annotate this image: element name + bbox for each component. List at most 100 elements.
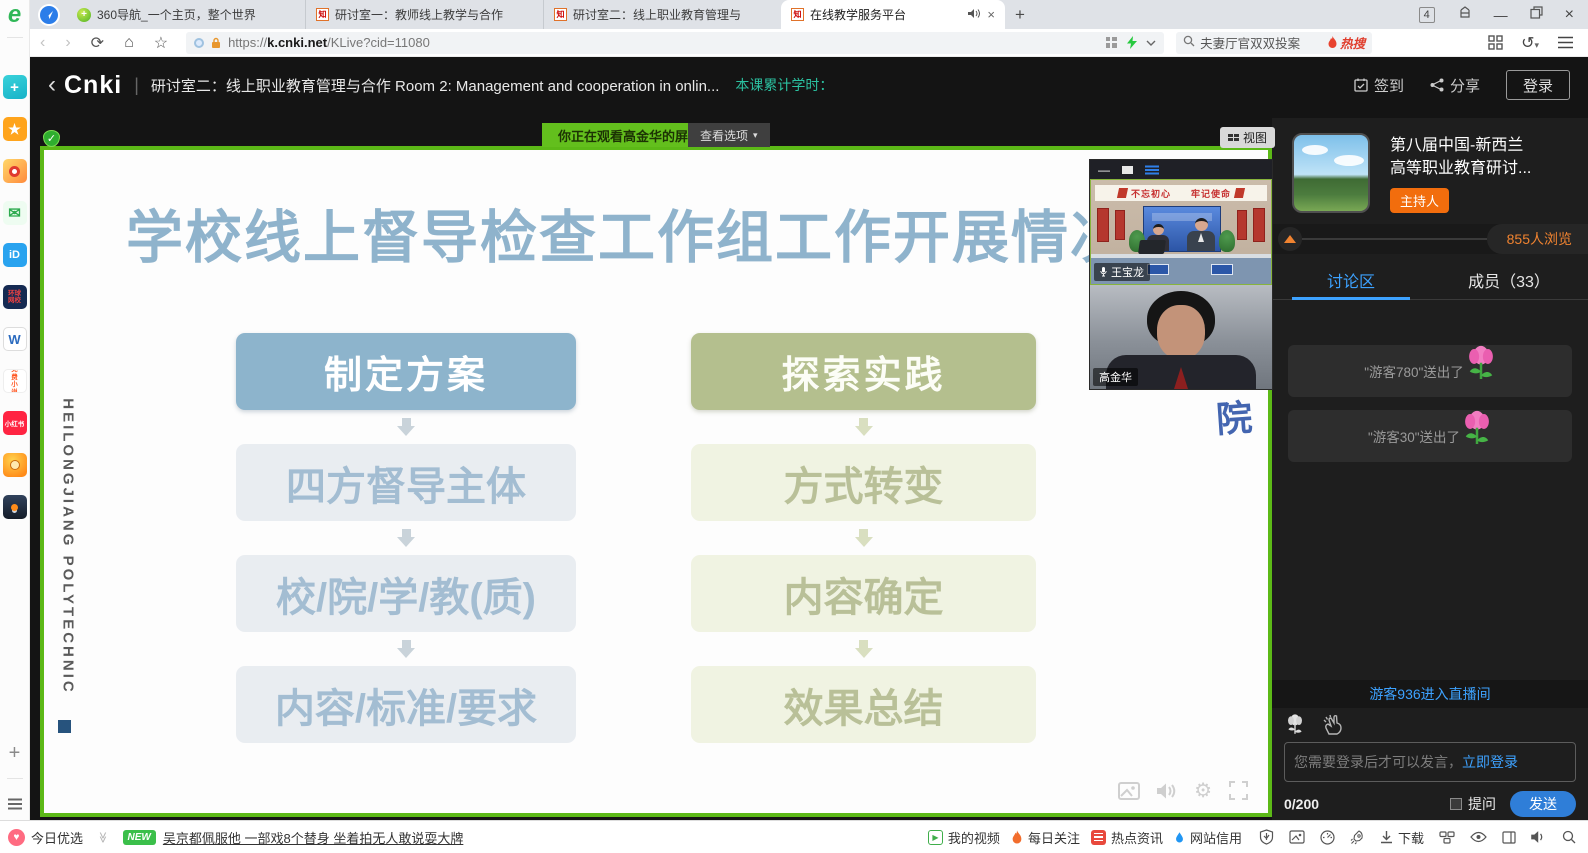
xiaohongshu-app-icon[interactable]: 小红书 bbox=[3, 411, 27, 435]
tab-online-teaching-active[interactable]: 知 在线教学服务平台 × bbox=[781, 0, 1005, 29]
game2-app-icon[interactable] bbox=[3, 495, 27, 519]
overlay-window-icon[interactable] bbox=[1122, 166, 1133, 174]
nav-app-icon[interactable]: + bbox=[3, 75, 27, 99]
video-overlay-window[interactable]: — 不忘初心 牢记使命 bbox=[1090, 160, 1272, 389]
menu-icon[interactable] bbox=[1557, 36, 1574, 49]
divider bbox=[7, 37, 23, 38]
send-flower-icon[interactable] bbox=[1284, 714, 1306, 736]
cnki-favicon: 知 bbox=[316, 8, 329, 21]
overlay-minimize-icon[interactable]: — bbox=[1098, 165, 1110, 175]
reader-grid-icon[interactable] bbox=[1105, 36, 1118, 49]
refresh-icon[interactable]: ⟳ bbox=[91, 33, 104, 53]
page-info-icon[interactable] bbox=[194, 38, 204, 48]
tab-room2[interactable]: 知 研讨室二：线上职业教育管理与 bbox=[543, 0, 781, 29]
search-box[interactable]: 夫妻厅官双双投案 热搜 bbox=[1176, 32, 1372, 54]
sound-icon[interactable] bbox=[1531, 830, 1547, 844]
speed-gauge-icon[interactable] bbox=[1320, 830, 1335, 845]
tasks-grid-icon[interactable] bbox=[1439, 831, 1455, 844]
my-videos-button[interactable]: ▶我的视频 bbox=[928, 828, 1000, 847]
game-app-icon[interactable] bbox=[3, 453, 27, 477]
overlay-menu-icon[interactable] bbox=[1145, 165, 1159, 175]
download-button[interactable]: 下载 bbox=[1380, 828, 1424, 847]
reading-eye-icon[interactable] bbox=[1470, 831, 1487, 843]
down-arrow-icon bbox=[855, 529, 873, 547]
daily-follow-button[interactable]: 每日关注 bbox=[1011, 828, 1080, 847]
rocket-boost-icon[interactable] bbox=[1350, 830, 1365, 845]
site-credit-button[interactable]: 网站信用 bbox=[1174, 828, 1242, 847]
word-doc-app-icon[interactable]: W bbox=[3, 327, 27, 351]
question-checkbox[interactable] bbox=[1450, 798, 1462, 810]
room-title: 研讨室二：线上职业教育管理与合作 Room 2: Management and … bbox=[151, 75, 720, 96]
mail-app-icon[interactable]: ✉ bbox=[3, 201, 27, 225]
send-button[interactable]: 发送 bbox=[1510, 791, 1576, 817]
rail-list-icon[interactable] bbox=[3, 792, 27, 816]
app-rail: e + ★ ✉ iD 环球网校 W 免费小说 小红书 + bbox=[0, 0, 30, 820]
free-novel-app-icon[interactable]: 免费小说 bbox=[3, 369, 27, 393]
calendar-check-icon bbox=[1354, 78, 1368, 92]
page-back-icon[interactable]: ‹ bbox=[48, 71, 56, 99]
snapshot-icon[interactable] bbox=[1118, 782, 1140, 800]
apps-grid-icon[interactable] bbox=[1488, 35, 1503, 50]
new-tab-button[interactable]: + bbox=[1015, 5, 1025, 25]
idoc-app-icon[interactable]: iD bbox=[3, 243, 27, 267]
tab-audio-icon[interactable] bbox=[968, 8, 980, 22]
today-picks-label[interactable]: 今日优选 bbox=[31, 828, 83, 847]
hot-search-label[interactable]: 热搜 bbox=[1340, 33, 1365, 52]
home-icon[interactable]: ⌂ bbox=[124, 34, 134, 52]
restore-button[interactable] bbox=[1530, 6, 1543, 24]
course-thumbnail[interactable] bbox=[1292, 133, 1370, 213]
back-icon[interactable]: ‹ bbox=[40, 34, 45, 52]
hot-news-button[interactable]: 热点资讯 bbox=[1091, 828, 1163, 847]
split-window-icon[interactable] bbox=[1502, 831, 1516, 844]
minimize-button[interactable]: — bbox=[1494, 7, 1508, 23]
speed-lightning-icon[interactable] bbox=[1127, 36, 1137, 49]
share-button[interactable]: 分享 bbox=[1430, 75, 1480, 96]
login-now-link[interactable]: 立即登录 bbox=[1462, 752, 1518, 772]
view-layout-button[interactable]: 视图 bbox=[1220, 127, 1275, 148]
weibo-eye-icon bbox=[9, 166, 20, 177]
view-options-dropdown[interactable]: 查看选项▾ bbox=[688, 123, 770, 147]
settings-gear-icon[interactable]: ⚙ bbox=[1194, 778, 1212, 803]
url-field[interactable]: https://k.cnki.net/KLive?cid=11080 bbox=[186, 32, 1164, 54]
tab-label: 研讨室一：教师线上教学与合作 bbox=[335, 6, 533, 23]
collapse-up-icon[interactable] bbox=[1278, 227, 1302, 251]
chat-input[interactable]: 您需要登录后才可以发言，立即登录 bbox=[1284, 742, 1576, 782]
tab-discussion[interactable]: 讨论区 bbox=[1272, 260, 1430, 299]
login-button[interactable]: 登录 bbox=[1506, 70, 1570, 100]
favorites-app-icon[interactable]: ★ bbox=[3, 117, 27, 141]
cnki-logo[interactable]: Cnki bbox=[64, 71, 122, 100]
sign-in-button[interactable]: 签到 bbox=[1354, 75, 1404, 96]
shield-icon[interactable] bbox=[1259, 829, 1274, 845]
collapse-chevrons-icon[interactable]: ≫ bbox=[96, 831, 109, 843]
host-badge: 主持人 bbox=[1390, 188, 1449, 213]
cnki-favicon: 知 bbox=[791, 8, 804, 21]
down-arrow-icon bbox=[397, 640, 415, 658]
volume-icon[interactable] bbox=[1157, 782, 1177, 800]
screenshot-icon[interactable] bbox=[1289, 830, 1305, 844]
chevron-down-icon[interactable] bbox=[1146, 40, 1156, 46]
headline-link[interactable]: 吴京都佩服他 一部戏8个替身 坐着拍无人敢说耍大牌 bbox=[163, 828, 463, 847]
browser-logo-icon[interactable]: e bbox=[8, 1, 21, 29]
clap-hands-icon[interactable] bbox=[1322, 714, 1346, 736]
tab-members[interactable]: 成员（33） bbox=[1430, 260, 1588, 299]
cnki-favicon: 知 bbox=[554, 8, 567, 21]
tab-label: 在线教学服务平台 bbox=[810, 6, 965, 23]
forward-icon[interactable]: › bbox=[65, 34, 70, 52]
bookmark-star-icon[interactable]: ☆ bbox=[154, 33, 168, 53]
huanqiu-wangxiao-app-icon[interactable]: 环球网校 bbox=[3, 285, 27, 309]
fullscreen-icon[interactable] bbox=[1229, 781, 1248, 800]
tab-grid-icon[interactable] bbox=[1457, 6, 1472, 24]
flow-box: 方式转变 bbox=[691, 444, 1036, 521]
tab-room1[interactable]: 知 研讨室一：教师线上教学与合作 bbox=[305, 0, 543, 29]
weibo-app-icon[interactable] bbox=[3, 159, 27, 183]
tab-360-nav[interactable]: + 360导航_一个主页，整个世界 bbox=[67, 0, 305, 29]
tab-close-icon[interactable]: × bbox=[987, 7, 995, 22]
viewer-strip: 855人浏览 bbox=[1272, 224, 1588, 254]
tab-count-badge[interactable]: 4 bbox=[1419, 7, 1435, 23]
undo-history-icon[interactable]: ↺▾ bbox=[1521, 33, 1539, 53]
compass-icon[interactable] bbox=[38, 4, 60, 26]
add-app-button[interactable]: + bbox=[3, 741, 27, 765]
close-button[interactable]: × bbox=[1565, 6, 1574, 24]
page-search-icon[interactable] bbox=[1562, 830, 1576, 844]
sidebar-tabs: 讨论区 成员（33） bbox=[1272, 260, 1588, 300]
